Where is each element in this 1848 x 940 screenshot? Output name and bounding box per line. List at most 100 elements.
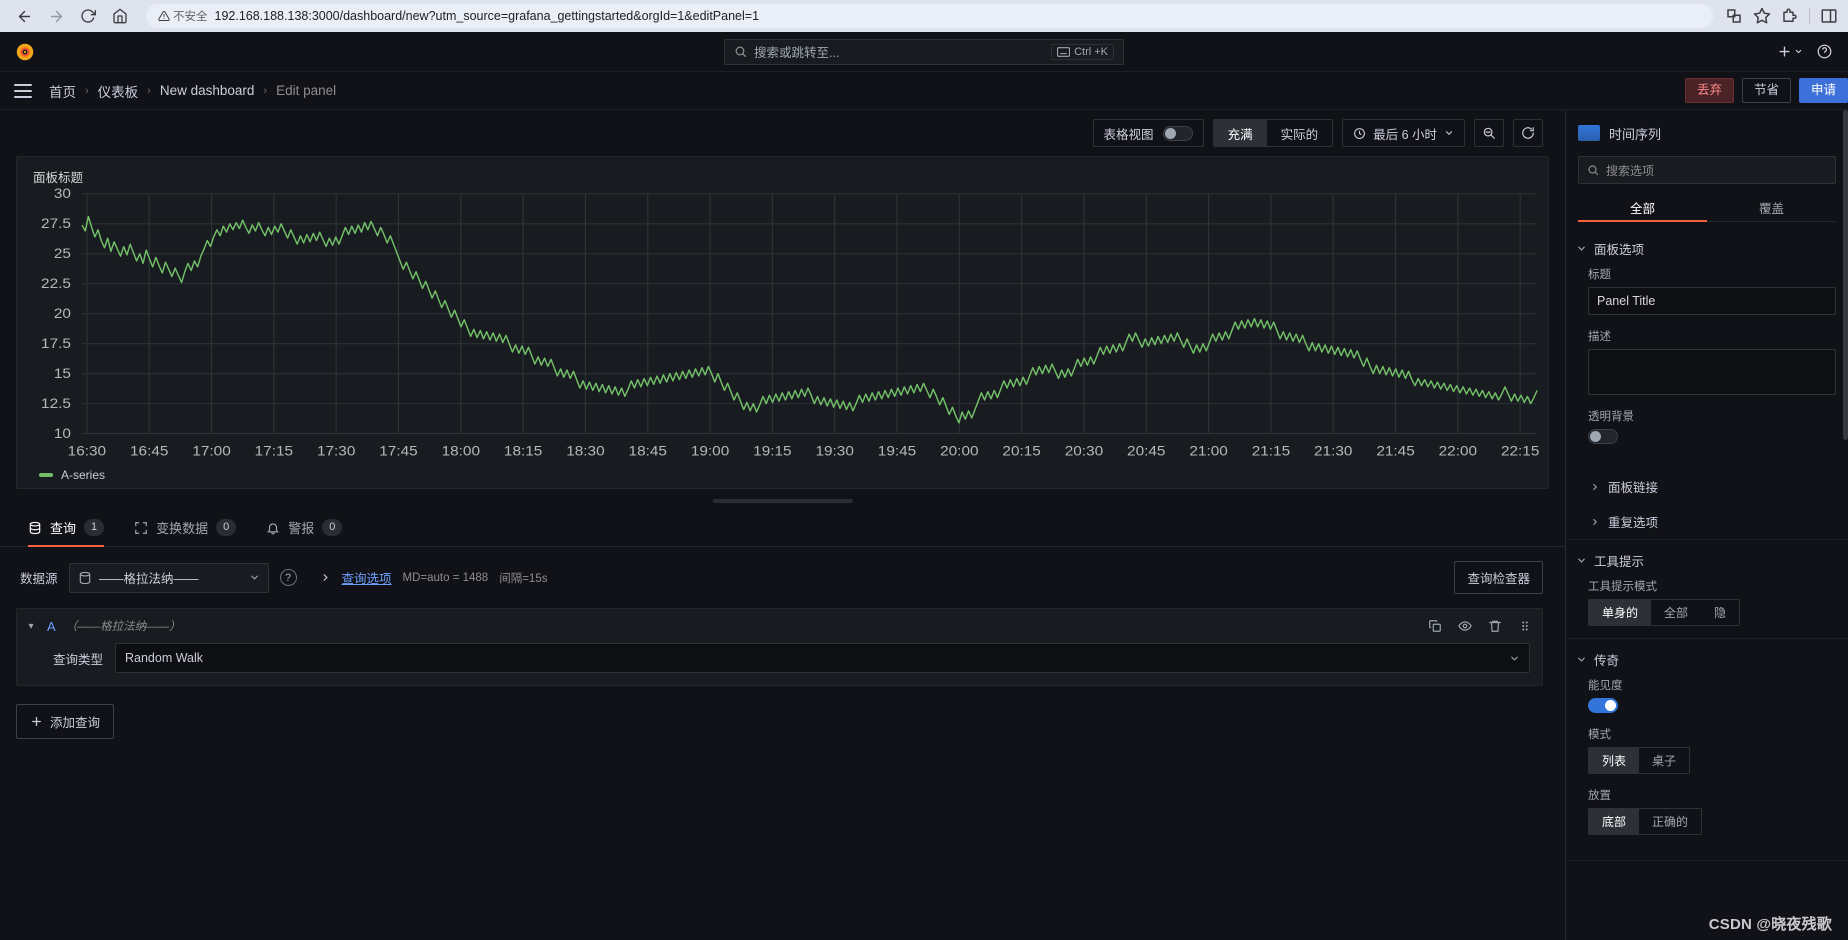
chevron-right-icon	[1593, 518, 1598, 525]
legend-mode-radio-group[interactable]: 列表 桌子	[1588, 747, 1691, 774]
panel-size-actual[interactable]: 实际的	[1267, 120, 1333, 146]
discard-button[interactable]: 丢弃	[1684, 77, 1734, 104]
tooltip-mode-hidden[interactable]: 隐	[1701, 600, 1739, 625]
query-editor-header: ▾ A （——格拉法纳——）	[17, 609, 1542, 643]
translate-icon[interactable]	[1725, 7, 1743, 25]
home-icon	[113, 8, 127, 24]
tab-transform-count: 0	[216, 518, 237, 537]
table-view-toggle-group[interactable]: 表格视图	[1092, 119, 1204, 147]
copy-icon[interactable]	[1428, 619, 1442, 633]
datasource-help-button[interactable]: ?	[279, 569, 297, 586]
options-scroll-area[interactable]: 面板选项 标题 Panel Title 描述 透明背景 面板链接 重复选项 工具…	[1566, 228, 1848, 940]
options-pane: 时间序列 搜索选项 全部 覆盖 面板选项 标题 Panel Title 描述 透…	[1565, 110, 1848, 940]
legend-placement-bottom[interactable]: 底部	[1589, 809, 1640, 834]
svg-text:22:15: 22:15	[1501, 444, 1539, 459]
puzzle-icon[interactable]	[1781, 7, 1799, 25]
svg-text:19:45: 19:45	[878, 444, 916, 459]
database-icon	[79, 571, 90, 584]
breadcrumb-separator: ›	[147, 84, 151, 97]
svg-text:21:15: 21:15	[1252, 444, 1290, 459]
help-circle-icon[interactable]	[1817, 44, 1832, 59]
eye-icon[interactable]	[1458, 619, 1472, 633]
chevron-right-icon[interactable]	[320, 572, 331, 583]
query-inspector-button[interactable]: 查询检查器	[1454, 561, 1543, 594]
panel-size-segment[interactable]: 充满 实际的	[1212, 119, 1334, 147]
svg-text:18:45: 18:45	[629, 444, 667, 459]
panel-size-fill[interactable]: 充满	[1213, 120, 1267, 146]
grafana-logo[interactable]	[14, 41, 36, 63]
address-bar[interactable]: 不安全 192.168.188.138:3000/dashboard/new?u…	[146, 4, 1713, 28]
forward-button[interactable]	[42, 2, 70, 30]
query-ref-id[interactable]: A	[47, 619, 56, 634]
legend-visibility-switch[interactable]	[1588, 698, 1618, 713]
grafana-topnav: 搜索或跳转至... Ctrl +K	[0, 32, 1848, 72]
panel-links-row[interactable]: 面板链接	[1566, 469, 1848, 504]
table-view-toggle[interactable]: 表格视图	[1094, 120, 1203, 146]
breadcrumb-item-edit-panel[interactable]: Edit panel	[276, 83, 336, 98]
query-collapse-toggle[interactable]: ▾	[25, 621, 37, 632]
options-group-legend-header[interactable]: 传奇	[1566, 639, 1848, 677]
breadcrumb-item-dashboards[interactable]: 仪表板	[98, 81, 139, 101]
breadcrumb-bar: 首页 › 仪表板 › New dashboard › Edit panel 丢弃…	[0, 72, 1848, 110]
breadcrumb-item-home[interactable]: 首页	[49, 81, 76, 101]
tooltip-mode-single[interactable]: 单身的	[1589, 600, 1652, 625]
save-button[interactable]: 节省	[1741, 77, 1791, 104]
options-group-tooltip-header[interactable]: 工具提示	[1566, 540, 1848, 578]
back-button[interactable]	[10, 2, 38, 30]
legend-series-name[interactable]: A-series	[61, 468, 105, 482]
panel-edit-workspace: 表格视图 充满 实际的 最后 6 小时 面板标题 30 27.5 25 22.5…	[0, 110, 1848, 940]
chevron-down-icon	[1578, 558, 1585, 563]
query-type-select[interactable]: Random Walk	[115, 643, 1530, 673]
side-panel-icon[interactable]	[1820, 7, 1838, 25]
zoom-out-button[interactable]	[1474, 119, 1504, 147]
tab-alert[interactable]: 警报 0	[266, 509, 343, 546]
panel-preview-area: 面板标题 30 27.5 25 22.5 20 17.5 15 12.5 10 16:30 16:4…	[0, 156, 1565, 503]
drag-handle-icon[interactable]	[1518, 619, 1532, 633]
refresh-button[interactable]	[1513, 119, 1543, 147]
apply-button[interactable]: 申请	[1798, 77, 1848, 104]
transparent-background-switch[interactable]	[1588, 429, 1618, 444]
query-options-link[interactable]: 查询选项	[342, 568, 392, 587]
legend-mode-list[interactable]: 列表	[1589, 748, 1640, 773]
table-view-switch[interactable]	[1162, 125, 1193, 141]
transform-icon	[135, 521, 147, 534]
timeseries-plot[interactable]: 30 27.5 25 22.5 20 17.5 15 12.5 10 16:30 16:45 17:0…	[23, 185, 1542, 482]
trash-icon[interactable]	[1488, 619, 1502, 633]
star-icon[interactable]	[1753, 7, 1771, 25]
breadcrumb-item-new-dashboard[interactable]: New dashboard	[160, 83, 255, 98]
security-indicator[interactable]: 不安全	[158, 8, 208, 24]
panel-title[interactable]: 面板标题	[33, 167, 1538, 186]
tooltip-mode-radio-group[interactable]: 单身的 全部 隐	[1588, 599, 1741, 626]
panel-description-input[interactable]	[1588, 349, 1836, 395]
visualization-name: 时间序列	[1609, 126, 1662, 142]
global-search[interactable]: 搜索或跳转至... Ctrl +K	[724, 38, 1124, 65]
options-tab-overrides[interactable]: 覆盖	[1707, 194, 1836, 221]
chevron-down-icon	[1445, 131, 1453, 136]
hamburger-menu-icon[interactable]	[14, 83, 32, 98]
visualization-picker[interactable]: 时间序列	[1566, 110, 1848, 156]
tooltip-mode-all[interactable]: 全部	[1651, 600, 1701, 625]
chevron-down-icon	[1511, 656, 1518, 661]
legend-placement-radio-group[interactable]: 底部 正确的	[1588, 808, 1703, 835]
time-range-picker[interactable]: 最后 6 小时	[1342, 119, 1465, 147]
datasource-row: 数据源 ——格拉法纳—— ? 查询选项 MD=auto = 1488 间隔=15…	[0, 547, 1565, 608]
add-menu-button[interactable]	[1777, 44, 1803, 59]
svg-text:21:30: 21:30	[1314, 444, 1352, 459]
options-scrollbar[interactable]	[1843, 110, 1848, 440]
legend-mode-table[interactable]: 桌子	[1639, 748, 1689, 773]
add-query-button[interactable]: 添加查询	[16, 704, 115, 739]
tab-queries[interactable]: 查询 1	[28, 509, 105, 547]
panel-title-input[interactable]: Panel Title	[1588, 287, 1836, 315]
repeat-options-row[interactable]: 重复选项	[1566, 504, 1848, 539]
datasource-picker[interactable]: ——格拉法纳——	[68, 562, 269, 593]
options-search-input[interactable]: 搜索选项	[1578, 156, 1836, 184]
options-group-panel-header[interactable]: 面板选项	[1566, 228, 1848, 266]
home-button[interactable]	[106, 2, 134, 30]
tab-transform[interactable]: 变换数据 0	[134, 509, 237, 546]
options-tab-all[interactable]: 全部	[1578, 194, 1707, 222]
legend-placement-right[interactable]: 正确的	[1639, 809, 1701, 834]
query-row-actions	[1428, 619, 1532, 633]
reload-button[interactable]	[74, 2, 102, 30]
search-placeholder: 搜索或跳转至...	[754, 46, 840, 60]
panel-resize-handle[interactable]	[712, 499, 853, 503]
